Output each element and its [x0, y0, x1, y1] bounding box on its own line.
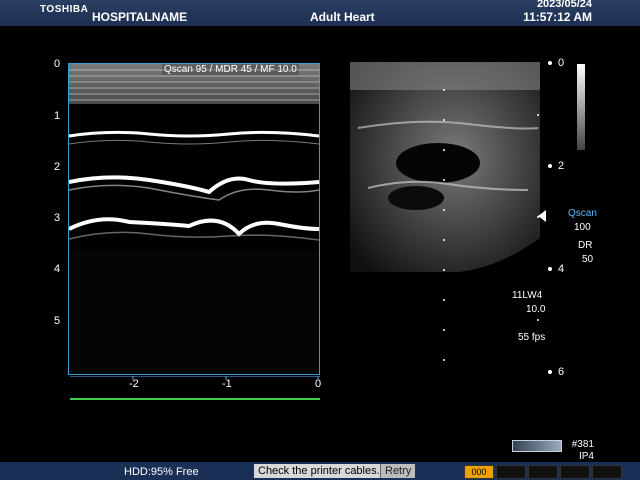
dr-value: 50 [582, 254, 594, 265]
probe-model: 11LW4 [512, 290, 543, 301]
storage-slot[interactable] [560, 465, 590, 479]
image-preset: IP4 [578, 451, 594, 462]
mmode-depth-label: 3 [54, 212, 61, 224]
mmode-depth-label: 4 [54, 263, 61, 275]
storage-slot[interactable] [496, 465, 526, 479]
title-bar: TOSHIBA HOSPITALNAME Adult Heart 2023/05… [0, 0, 640, 26]
qscan-value: 100 [574, 222, 591, 233]
bmode-depth-label: 4 [558, 263, 565, 275]
dr-label: DR [578, 240, 593, 251]
exam-preset: Adult Heart [310, 10, 375, 24]
timeline-cursor [70, 398, 320, 400]
mmode-depth-label: 1 [54, 110, 61, 122]
cine-bar[interactable] [512, 440, 562, 452]
time-scale [70, 376, 320, 380]
bmode-depth-label: 2 [558, 160, 565, 172]
date-display: 2023/05/24 [536, 0, 592, 10]
brand-logo: TOSHIBA [40, 4, 89, 15]
mmode-trace [69, 64, 319, 374]
hospital-name: HOSPITALNAME [92, 10, 188, 24]
bmode-depth-label: 0 [558, 57, 565, 69]
hdd-status: HDD:95% Free [124, 466, 199, 478]
bmode-depth-label: 6 [558, 366, 565, 378]
qscan-label: Qscan [568, 208, 597, 219]
mmode-depth-label: 5 [54, 315, 61, 327]
storage-slot-active[interactable]: 000 [464, 465, 494, 479]
mmode-settings-overlay: Qscan 95 / MDR 45 / MF 10.0 [162, 64, 299, 75]
storage-slot[interactable] [528, 465, 558, 479]
retry-button[interactable]: Retry [380, 464, 416, 478]
mmode-image [68, 63, 320, 375]
frame-rate: 55 fps [518, 332, 546, 343]
storage-slot[interactable] [592, 465, 622, 479]
time-display: 11:57:12 AM [523, 10, 592, 24]
mmode-depth-label: 0 [54, 58, 61, 70]
grayscale-bar [577, 64, 585, 150]
frame-number: #381 [571, 439, 594, 450]
printer-message: Check the printer cables. [254, 464, 384, 478]
status-bar: HDD:95% Free Check the printer cables. R… [0, 462, 640, 480]
probe-frequency: 10.0 [526, 304, 546, 315]
mmode-depth-label: 2 [54, 161, 61, 173]
